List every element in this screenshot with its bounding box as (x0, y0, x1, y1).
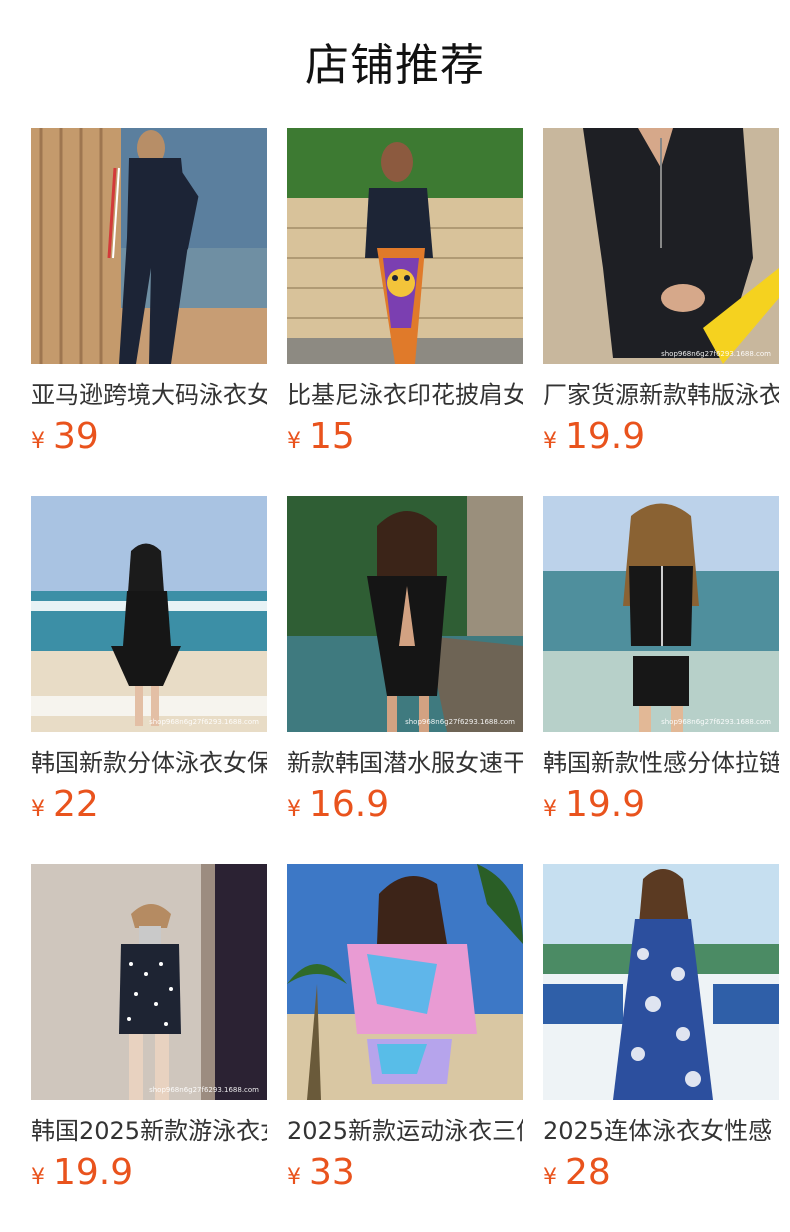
product-card[interactable]: 2025连体泳衣女性感 ¥28 (543, 864, 779, 1204)
product-price: ¥19.9 (31, 1152, 133, 1194)
currency-symbol: ¥ (543, 797, 557, 822)
price-value: 19.9 (565, 416, 646, 457)
product-image[interactable] (543, 864, 779, 1100)
currency-symbol: ¥ (31, 1165, 45, 1190)
currency-symbol: ¥ (543, 1165, 557, 1190)
product-image[interactable] (287, 864, 523, 1100)
currency-symbol: ¥ (287, 429, 301, 454)
product-card[interactable]: shop968n6g27f6293.1688.com 厂家货源新款韩版泳衣 ¥1… (543, 128, 779, 468)
price-value: 19.9 (565, 784, 646, 825)
product-image[interactable]: shop968n6g27f6293.1688.com (287, 496, 523, 732)
product-name[interactable]: 2025新款运动泳衣三件套 (287, 1114, 523, 1148)
product-name[interactable]: 亚马逊跨境大码泳衣女 (31, 378, 267, 412)
currency-symbol: ¥ (287, 1165, 301, 1190)
product-price: ¥15 (287, 416, 355, 458)
price-value: 28 (565, 1152, 611, 1193)
currency-symbol: ¥ (543, 429, 557, 454)
product-name[interactable]: 韩国2025新款游泳衣女 (31, 1114, 267, 1148)
product-image[interactable]: shop968n6g27f6293.1688.com (543, 128, 779, 364)
product-price: ¥16.9 (287, 784, 389, 826)
price-value: 16.9 (309, 784, 390, 825)
product-price: ¥19.9 (543, 416, 645, 458)
product-card[interactable]: shop968n6g27f6293.1688.com 韩国新款分体泳衣女保守 ¥… (31, 496, 267, 836)
product-photo-icon (287, 128, 523, 364)
product-name[interactable]: 比基尼泳衣印花披肩女 (287, 378, 523, 412)
product-card[interactable]: 亚马逊跨境大码泳衣女 ¥39 (31, 128, 267, 468)
product-name[interactable]: 韩国新款性感分体拉链 (543, 746, 779, 780)
product-image[interactable]: shop968n6g27f6293.1688.com (31, 496, 267, 732)
price-value: 15 (309, 416, 355, 457)
watermark: shop968n6g27f6293.1688.com (149, 1086, 259, 1094)
product-photo-icon (287, 864, 523, 1100)
product-photo-icon (31, 864, 267, 1100)
product-name[interactable]: 厂家货源新款韩版泳衣 (543, 378, 779, 412)
watermark: shop968n6g27f6293.1688.com (149, 718, 259, 726)
watermark: shop968n6g27f6293.1688.com (661, 350, 771, 358)
product-card[interactable]: shop968n6g27f6293.1688.com 韩国2025新款游泳衣女 … (31, 864, 267, 1204)
currency-symbol: ¥ (287, 797, 301, 822)
price-value: 33 (309, 1152, 355, 1193)
price-value: 39 (53, 416, 99, 457)
product-photo-icon (543, 496, 779, 732)
product-name[interactable]: 新款韩国潜水服女速干 (287, 746, 523, 780)
product-card[interactable]: 比基尼泳衣印花披肩女 ¥15 (287, 128, 523, 468)
product-card[interactable]: shop968n6g27f6293.1688.com 新款韩国潜水服女速干 ¥1… (287, 496, 523, 836)
product-card[interactable]: shop968n6g27f6293.1688.com 韩国新款性感分体拉链 ¥1… (543, 496, 779, 836)
price-value: 22 (53, 784, 99, 825)
product-name[interactable]: 韩国新款分体泳衣女保守 (31, 746, 267, 780)
product-photo-icon (31, 128, 267, 364)
product-price: ¥28 (543, 1152, 611, 1194)
product-photo-icon (543, 128, 779, 364)
watermark: shop968n6g27f6293.1688.com (405, 718, 515, 726)
product-name[interactable]: 2025连体泳衣女性感 (543, 1114, 779, 1148)
price-value: 19.9 (53, 1152, 134, 1193)
product-price: ¥33 (287, 1152, 355, 1194)
product-image[interactable] (31, 128, 267, 364)
product-photo-icon (31, 496, 267, 732)
watermark: shop968n6g27f6293.1688.com (661, 718, 771, 726)
product-image[interactable] (287, 128, 523, 364)
product-photo-icon (287, 496, 523, 732)
currency-symbol: ¥ (31, 797, 45, 822)
product-price: ¥19.9 (543, 784, 645, 826)
product-image[interactable]: shop968n6g27f6293.1688.com (543, 496, 779, 732)
product-price: ¥22 (31, 784, 99, 826)
product-grid: 亚马逊跨境大码泳衣女 ¥39 比基尼泳衣印花披肩女 ¥ 15 shop968n6… (0, 0, 790, 1232)
product-image[interactable]: shop968n6g27f6293.1688.com (31, 864, 267, 1100)
currency-symbol: ¥ (31, 429, 45, 454)
product-price: ¥39 (31, 416, 99, 458)
product-card[interactable]: 2025新款运动泳衣三件套 ¥33 (287, 864, 523, 1204)
product-photo-icon (543, 864, 779, 1100)
